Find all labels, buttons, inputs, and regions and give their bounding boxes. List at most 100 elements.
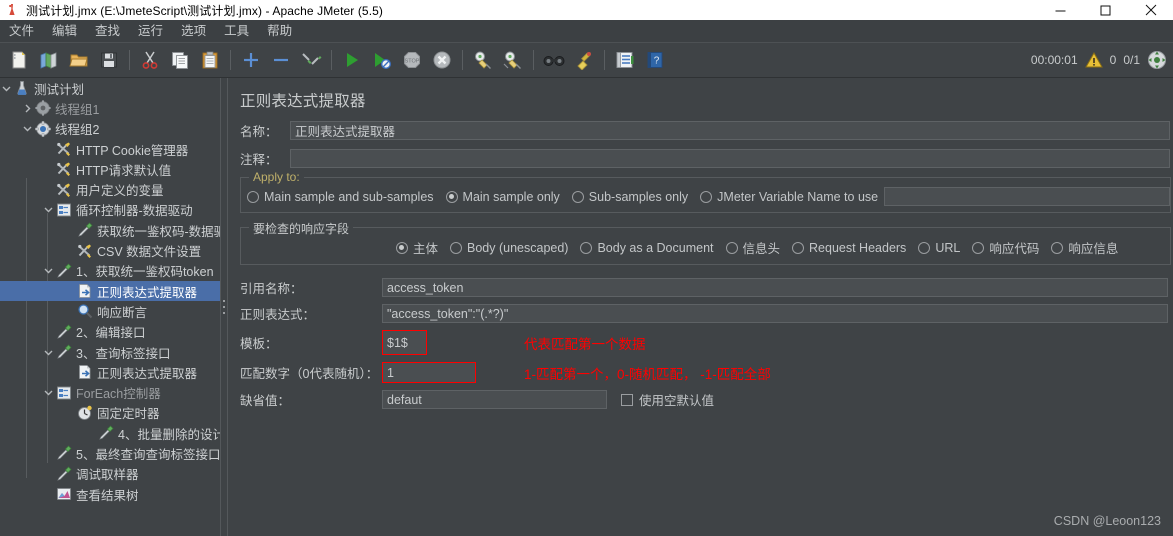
help-icon[interactable]: ?: [642, 47, 668, 73]
radio-body-as-document[interactable]: Body as a Document: [580, 240, 714, 255]
start-icon[interactable]: [339, 47, 365, 73]
sampler-icon: [55, 323, 73, 341]
function-helper-icon[interactable]: [612, 47, 638, 73]
save-icon[interactable]: [96, 47, 122, 73]
start-no-pauses-icon[interactable]: [369, 47, 395, 73]
radio-headers[interactable]: 信息头: [725, 238, 780, 257]
warning-triangle-icon[interactable]: [1084, 52, 1103, 68]
chevron-down-icon[interactable]: [42, 342, 55, 362]
radio-sub-only[interactable]: Sub-samples only: [571, 189, 689, 204]
tree-item-9[interactable]: 1、获取统一鉴权码token: [0, 261, 220, 281]
shutdown-icon[interactable]: [429, 47, 455, 73]
jmeter-variable-name-input[interactable]: [884, 187, 1170, 206]
radio-body[interactable]: 主体: [396, 238, 438, 257]
radio-response-message[interactable]: 响应信息: [1051, 238, 1118, 257]
templates-icon[interactable]: [36, 47, 62, 73]
maximize-button[interactable]: [1083, 0, 1128, 20]
regular-expression-input[interactable]: [382, 304, 1168, 323]
tree-item-8[interactable]: CSV 数据文件设置: [0, 240, 220, 260]
tree-item-11[interactable]: 响应断言: [0, 301, 220, 321]
name-input[interactable]: [290, 121, 1170, 140]
tree-item-20[interactable]: 查看结果树: [0, 484, 220, 504]
tree-item-1[interactable]: 线程组1: [0, 98, 220, 118]
radio-url[interactable]: URL: [918, 241, 960, 255]
radio-label: Body as a Document: [597, 240, 714, 255]
search-icon[interactable]: [541, 47, 567, 73]
radio-response-code[interactable]: 响应代码: [972, 238, 1039, 257]
tree-item-16[interactable]: 固定定时器: [0, 403, 220, 423]
tree-item-0[interactable]: 测试计划: [0, 78, 220, 98]
toggle-icon[interactable]: [298, 47, 324, 73]
cut-icon[interactable]: [137, 47, 163, 73]
radio-label: Sub-samples only: [588, 189, 689, 204]
tree-item-14[interactable]: 正则表达式提取器: [0, 362, 220, 382]
tree-item-4[interactable]: HTTP请求默认值: [0, 159, 220, 179]
new-icon[interactable]: [6, 47, 32, 73]
toolbar: STOP ? 00:00:01 0 0/1: [0, 43, 1173, 78]
paste-icon[interactable]: [197, 47, 223, 73]
chevron-down-icon[interactable]: [21, 119, 34, 139]
response-field-group: 要检查的响应字段 主体 Body (unescaped) Body as a D…: [240, 220, 1171, 265]
apply-to-options: Main sample and sub-samples Main sample …: [241, 184, 1170, 207]
match-number-input[interactable]: [382, 362, 476, 383]
tree-item-5[interactable]: 用户定义的变量: [0, 179, 220, 199]
default-value-input[interactable]: [382, 390, 607, 409]
tree-item-3[interactable]: HTTP Cookie管理器: [0, 139, 220, 159]
close-button[interactable]: [1128, 0, 1173, 20]
reference-name-input[interactable]: [382, 278, 1168, 297]
minimize-button[interactable]: [1038, 0, 1083, 20]
radio-main-and-sub[interactable]: Main sample and sub-samples: [247, 190, 434, 204]
expand-icon[interactable]: [238, 47, 264, 73]
tree-item-12[interactable]: 2、编辑接口: [0, 322, 220, 342]
tree-item-7[interactable]: 获取统一鉴权码-数据驱: [0, 220, 220, 240]
chevron-down-icon[interactable]: [42, 383, 55, 403]
chevron-right-icon[interactable]: [21, 98, 34, 118]
template-input[interactable]: [382, 330, 427, 355]
panel-splitter[interactable]: [220, 78, 228, 536]
tree-item-2[interactable]: 线程组2: [0, 119, 220, 139]
radio-main-only[interactable]: Main sample only: [445, 190, 560, 204]
config-element-icon: [76, 242, 94, 260]
radio-body-unescaped[interactable]: Body (unescaped): [450, 241, 568, 255]
use-empty-default-checkbox[interactable]: 使用空默认值: [621, 390, 714, 409]
sampler-icon: [55, 262, 73, 280]
radio-dot: [571, 190, 584, 203]
chevron-down-icon[interactable]: [42, 200, 55, 220]
tree-item-13[interactable]: 3、查询标签接口: [0, 342, 220, 362]
menu-help[interactable]: 帮助: [258, 20, 301, 42]
sampler-icon: [55, 343, 73, 361]
clear-all-icon[interactable]: [500, 47, 526, 73]
chevron-down-icon[interactable]: [42, 261, 55, 281]
tree-item-18[interactable]: 5、最终查询查询标签接口: [0, 443, 220, 463]
stop-icon[interactable]: STOP: [399, 47, 425, 73]
clear-icon[interactable]: [470, 47, 496, 73]
comment-input[interactable]: [290, 149, 1170, 168]
menu-search[interactable]: 查找: [86, 20, 129, 42]
tree-item-19[interactable]: 调试取样器: [0, 464, 220, 484]
test-plan-tree[interactable]: 测试计划线程组1 线程组2 HTTP Cookie管理器 HTTP请求默认值 用户定义的…: [0, 78, 220, 536]
chevron-down-icon[interactable]: [0, 78, 13, 98]
copy-icon[interactable]: [167, 47, 193, 73]
tree-item-15[interactable]: ForEach控制器: [0, 382, 220, 402]
menu-run[interactable]: 运行: [129, 20, 172, 42]
tree-item-label: 线程组1: [55, 102, 100, 117]
tree-item-17[interactable]: 4、批量删除的设计: [0, 423, 220, 443]
menu-tools[interactable]: 工具: [215, 20, 258, 42]
radio-jmeter-variable[interactable]: JMeter Variable Name to use: [700, 190, 878, 204]
active-threads-icon[interactable]: [1147, 50, 1167, 70]
radio-label: 响应信息: [1068, 242, 1119, 256]
menu-options[interactable]: 选项: [172, 20, 215, 42]
tree-item-6[interactable]: 循环控制器-数据驱动: [0, 200, 220, 220]
radio-label: Main sample and sub-samples: [264, 189, 434, 204]
tree-item-label: 查看结果树: [76, 488, 139, 503]
toolbar-separator: [462, 50, 463, 70]
menu-edit[interactable]: 编辑: [43, 20, 86, 42]
open-icon[interactable]: [66, 47, 92, 73]
reset-search-icon[interactable]: [571, 47, 597, 73]
tree-item-10[interactable]: 正则表达式提取器: [0, 280, 220, 302]
radio-dot: [396, 241, 408, 254]
radio-request-headers[interactable]: Request Headers: [792, 241, 906, 255]
template-label: 模板：: [240, 337, 278, 351]
collapse-icon[interactable]: [268, 47, 294, 73]
menu-file[interactable]: 文件: [0, 20, 43, 42]
